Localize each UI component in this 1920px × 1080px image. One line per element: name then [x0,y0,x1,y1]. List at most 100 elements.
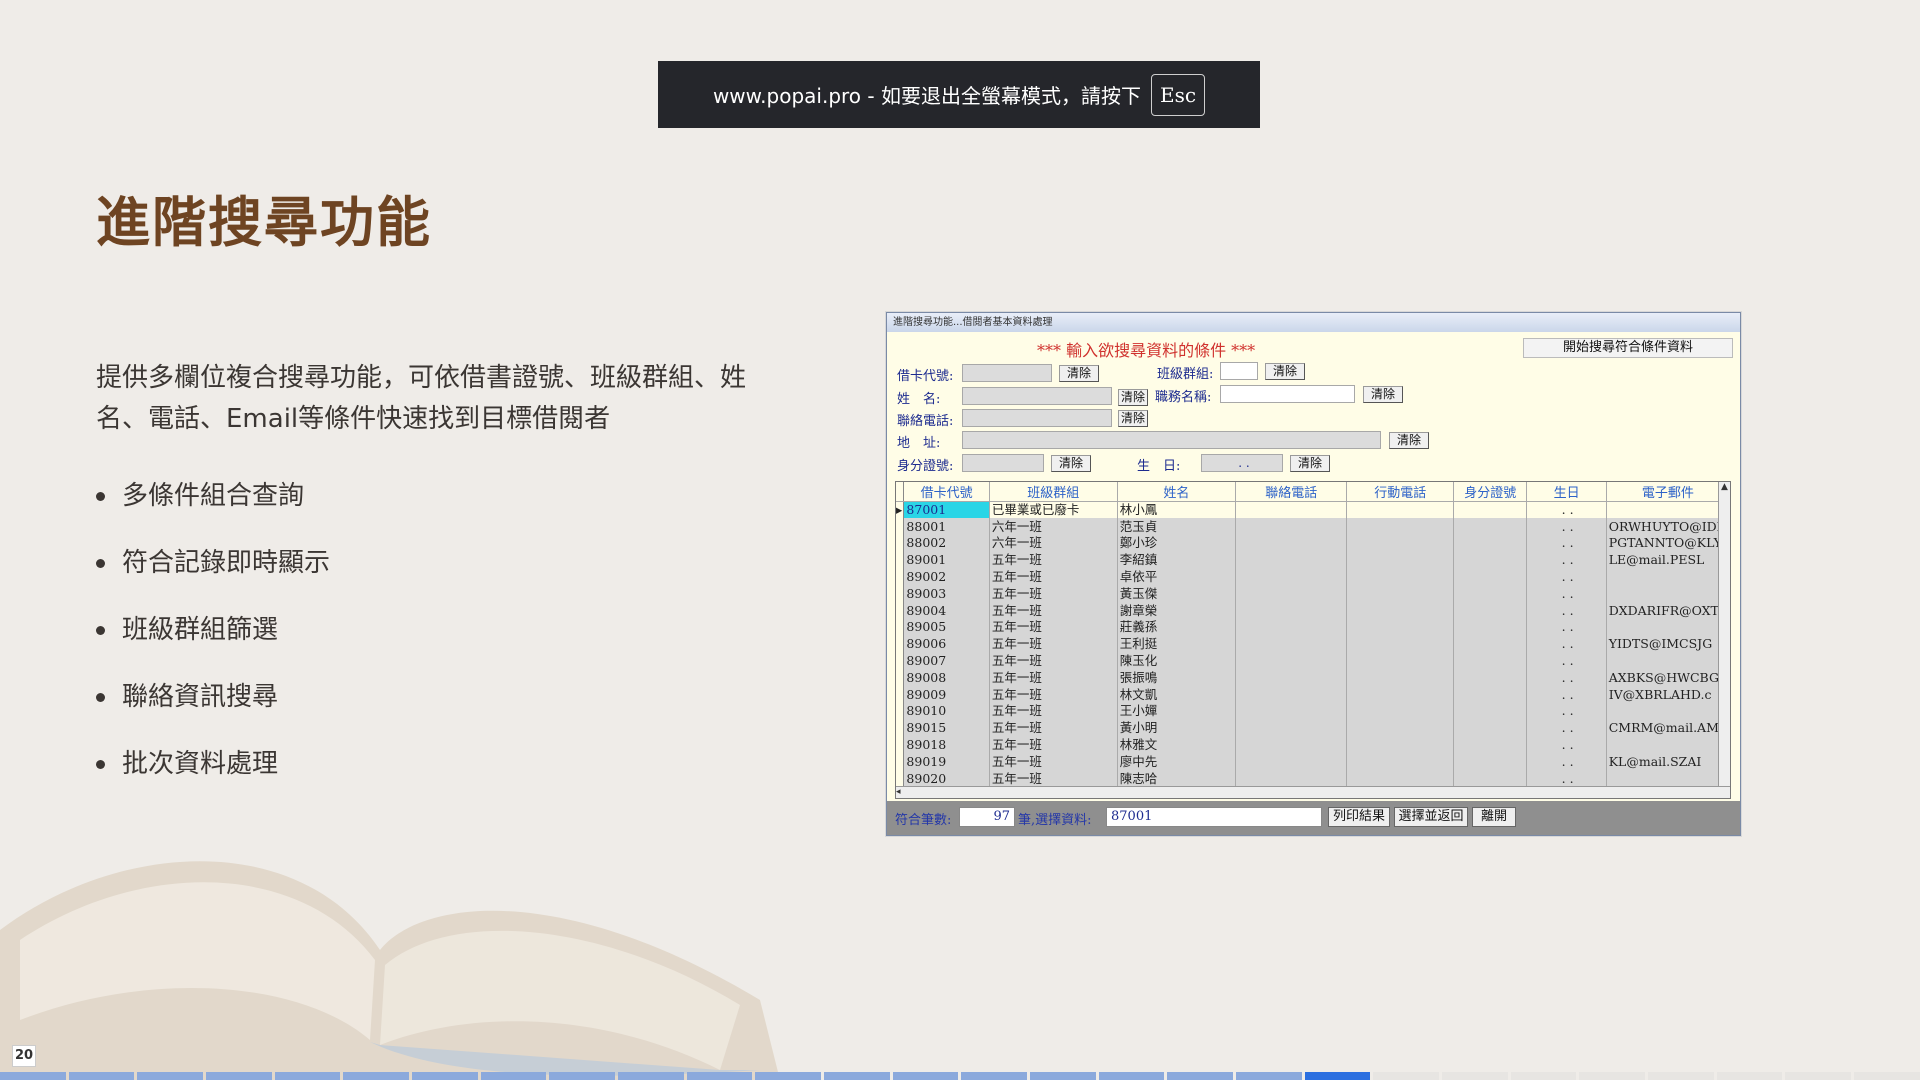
clear-phone-button[interactable]: 清除 [1118,410,1148,427]
print-results-button[interactable]: 列印結果 [1328,807,1390,827]
table-cell[interactable] [1346,770,1454,788]
table-cell[interactable] [1453,770,1528,788]
table-cell[interactable] [1346,619,1454,636]
table-row[interactable]: 89010 五年一班 王小嬋 . . [896,703,1730,720]
vertical-scrollbar[interactable]: ▲ [1718,482,1730,798]
table-cell[interactable]: . . [1526,686,1607,704]
table-cell[interactable]: 六年一班 [989,518,1118,536]
table-cell[interactable]: 89019 [903,753,990,771]
table-cell[interactable]: . . [1526,501,1607,519]
table-cell[interactable] [1453,669,1528,687]
table-cell[interactable] [1235,770,1348,788]
table-cell[interactable] [1606,652,1730,670]
table-cell[interactable]: IV@XBRLAHD.c [1606,686,1730,704]
name-field[interactable] [962,387,1112,405]
table-cell[interactable] [1235,753,1348,771]
table-cell[interactable]: . . [1526,719,1607,737]
table-row[interactable]: 88001 六年一班 范玉貞 . . ORWHUYTO@IDL [896,518,1730,536]
table-cell[interactable]: AXBKS@HWCBGG [1606,669,1730,687]
table-cell[interactable]: . . [1526,518,1607,536]
table-row[interactable]: 89009 五年一班 林文凱 . . IV@XBRLAHD.c [896,686,1730,704]
table-cell[interactable] [1453,585,1528,603]
table-cell[interactable] [1235,518,1348,536]
table-cell[interactable]: 89007 [903,652,990,670]
table-cell[interactable]: 黃小明 [1117,719,1237,737]
table-cell[interactable] [1346,635,1454,653]
table-cell[interactable]: 89008 [903,669,990,687]
table-cell[interactable] [1235,568,1348,586]
table-cell[interactable]: LE@mail.PESL [1606,551,1730,569]
table-cell[interactable]: 89003 [903,585,990,603]
table-cell[interactable] [1606,568,1730,586]
table-cell[interactable]: 五年一班 [989,551,1118,569]
table-cell[interactable]: 陳志哈 [1117,770,1237,788]
clear-name-button[interactable]: 清除 [1118,389,1148,406]
results-grid[interactable]: 借卡代號 班級群組 姓名 聯絡電話 行動電話 身分證號 生日 電子郵件 ▸ 870… [895,481,1731,799]
table-cell[interactable]: . . [1526,568,1607,586]
table-cell[interactable] [1453,518,1528,536]
table-cell[interactable] [1453,535,1528,552]
table-cell[interactable] [1606,770,1730,788]
table-cell[interactable] [1453,635,1528,653]
table-cell[interactable]: 五年一班 [989,686,1118,704]
table-cell[interactable]: . . [1526,635,1607,653]
table-cell[interactable]: . . [1526,703,1607,720]
table-cell[interactable]: CMRM@mail.AM [1606,719,1730,737]
table-cell[interactable]: DXDARIFR@OXT [1606,602,1730,620]
table-cell[interactable]: . . [1526,652,1607,670]
table-cell[interactable] [1346,501,1454,519]
table-cell[interactable]: 張振鳴 [1117,669,1237,687]
table-cell[interactable]: . . [1526,551,1607,569]
table-cell[interactable]: 鄭小珍 [1117,535,1237,552]
table-cell[interactable]: 廖中先 [1117,753,1237,771]
class-group-field[interactable] [1220,362,1258,380]
table-cell[interactable] [1235,551,1348,569]
clear-card-no-button[interactable]: 清除 [1059,365,1099,382]
table-cell[interactable] [1235,669,1348,687]
table-cell[interactable]: 89005 [903,619,990,636]
table-row[interactable]: 89003 五年一班 黃玉傑 . . [896,585,1730,603]
table-row[interactable]: 89015 五年一班 黃小明 . . CMRM@mail.AM [896,719,1730,737]
table-cell[interactable]: KL@mail.SZAI [1606,753,1730,771]
table-cell[interactable]: 陳玉化 [1117,652,1237,670]
job-title-field[interactable] [1220,385,1355,403]
table-cell[interactable]: . . [1526,770,1607,788]
table-cell[interactable]: . . [1526,753,1607,771]
table-cell[interactable]: 五年一班 [989,585,1118,603]
table-cell[interactable] [1235,585,1348,603]
table-row[interactable]: 89020 五年一班 陳志哈 . . [896,770,1730,788]
table-cell[interactable]: 89009 [903,686,990,704]
table-cell[interactable]: 林雅文 [1117,736,1237,754]
table-cell[interactable] [1346,719,1454,737]
table-cell[interactable] [1453,602,1528,620]
table-cell[interactable]: 五年一班 [989,753,1118,771]
table-cell[interactable]: . . [1526,669,1607,687]
table-cell[interactable] [1235,635,1348,653]
column-header[interactable]: 行動電話 [1346,482,1454,502]
leave-button[interactable]: 離開 [1472,807,1516,827]
table-cell[interactable]: ORWHUYTO@IDL [1606,518,1730,536]
table-cell[interactable] [1346,686,1454,704]
table-row[interactable]: 89008 五年一班 張振鳴 . . AXBKS@HWCBGG [896,669,1730,687]
table-cell[interactable] [1453,551,1528,569]
table-cell[interactable]: 89002 [903,568,990,586]
table-cell[interactable] [1606,619,1730,636]
clear-address-button[interactable]: 清除 [1389,432,1429,449]
column-header[interactable]: 班級群組 [989,482,1118,502]
table-cell[interactable]: 五年一班 [989,619,1118,636]
table-cell[interactable]: 87001 [903,501,990,519]
table-row[interactable]: ▸ 87001 已畢業或已廢卡 林小鳳 . . [896,501,1730,519]
card-no-field[interactable] [962,364,1052,382]
table-cell[interactable] [1235,703,1348,720]
table-cell[interactable]: 89015 [903,719,990,737]
table-cell[interactable] [1235,719,1348,737]
table-cell[interactable]: 范玉貞 [1117,518,1237,536]
table-cell[interactable]: 王小嬋 [1117,703,1237,720]
table-cell[interactable]: 88001 [903,518,990,536]
table-cell[interactable] [1346,585,1454,603]
table-row[interactable]: 89002 五年一班 卓依平 . . [896,568,1730,586]
table-cell[interactable] [1346,568,1454,586]
table-row[interactable]: 89001 五年一班 李紹鎮 . . LE@mail.PESL [896,551,1730,569]
id-no-field[interactable] [962,454,1044,472]
column-header[interactable]: 聯絡電話 [1235,482,1348,502]
